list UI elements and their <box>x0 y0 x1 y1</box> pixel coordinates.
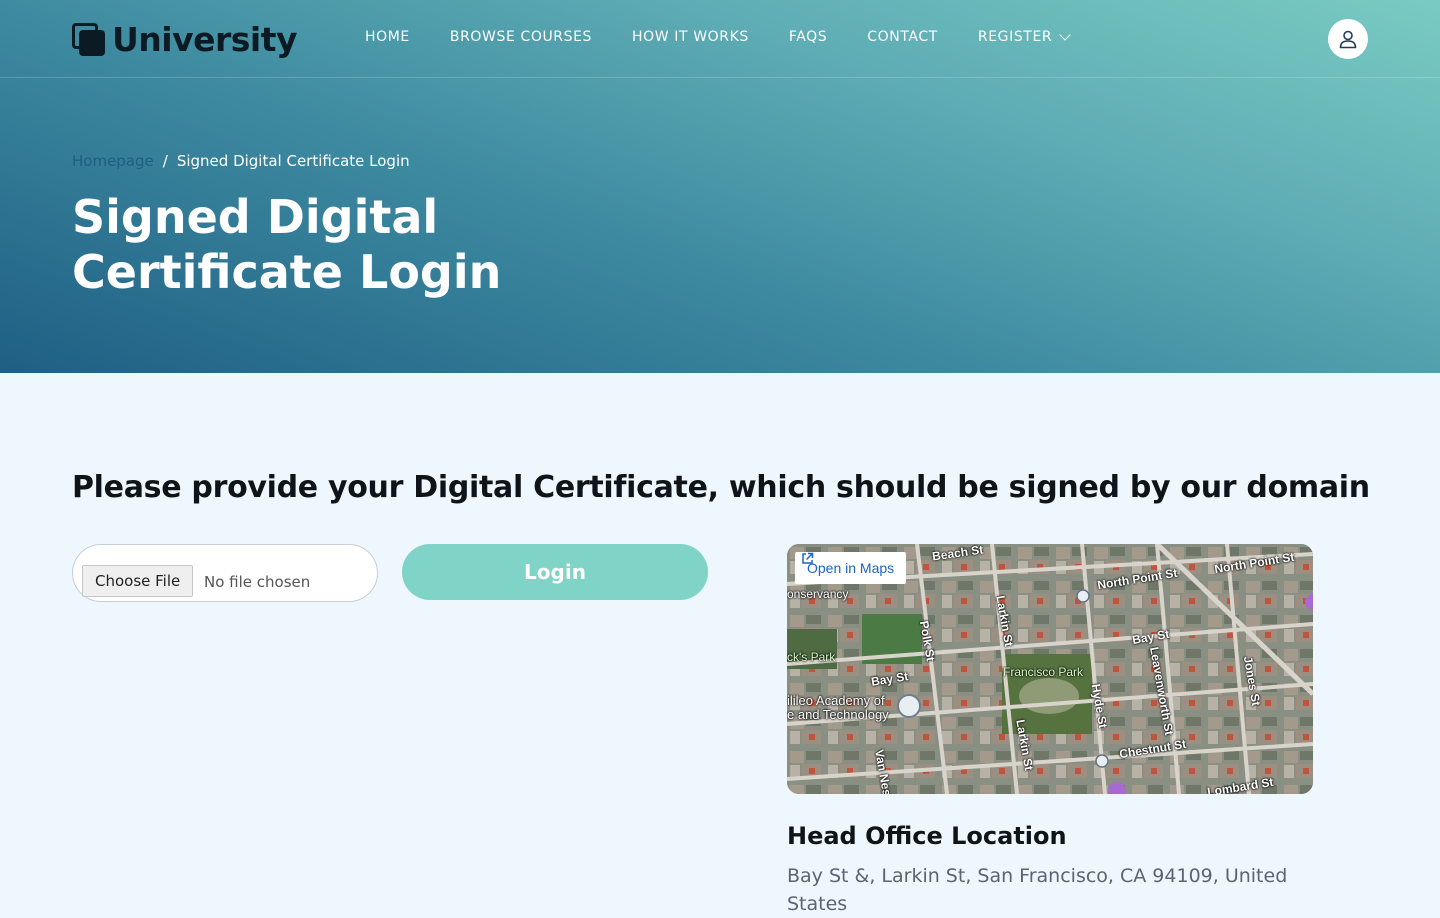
nav-contact[interactable]: CONTACT <box>867 29 938 45</box>
map-label: Polk St <box>916 619 938 663</box>
certificate-file-input[interactable]: Choose File No file chosen <box>72 544 378 602</box>
breadcrumb: Homepage / Signed Digital Certificate Lo… <box>72 152 410 170</box>
login-button[interactable]: Login <box>402 544 708 600</box>
certificate-prompt: Please provide your Digital Certificate,… <box>72 470 1370 505</box>
user-icon <box>1339 30 1357 49</box>
map-label: North Point St <box>1096 565 1179 593</box>
map-label: Van Ness <box>872 748 896 794</box>
map-label: Lombard St <box>1206 774 1275 794</box>
breadcrumb-separator: / <box>162 152 168 170</box>
map-label: Bay St <box>870 669 910 689</box>
nav-register-label: REGISTER <box>977 29 1053 45</box>
map-label: ilileo Academy of <box>787 693 885 708</box>
map-label: Francisco Park <box>1003 665 1084 679</box>
nav-faqs[interactable]: FAQS <box>789 29 827 45</box>
map-label: onservancy <box>787 587 849 601</box>
nav-home[interactable]: HOME <box>365 29 410 45</box>
map-label: e and Technology <box>787 707 889 722</box>
brand-name: University <box>112 20 298 59</box>
file-status-text: No file chosen <box>204 573 311 591</box>
hero-banner: University HOME BROWSE COURSES HOW IT WO… <box>0 0 1440 373</box>
office-address: Bay St &, Larkin St, San Francisco, CA 9… <box>787 865 1288 915</box>
map-label: Bay St <box>1131 626 1171 648</box>
open-in-maps-button[interactable]: Open in Maps <box>795 552 907 584</box>
choose-file-button[interactable]: Choose File <box>82 565 194 597</box>
map-label: Chestnut St <box>1118 736 1188 762</box>
main-nav: HOME BROWSE COURSES HOW IT WORKS FAQS CO… <box>365 28 1109 45</box>
top-navigation-bar: University HOME BROWSE COURSES HOW IT WO… <box>0 0 1440 78</box>
external-link-icon <box>802 552 814 564</box>
page-title: Signed Digital Certificate Login <box>72 190 502 299</box>
chevron-down-icon <box>1059 28 1071 41</box>
map-label: Larkin St <box>993 594 1017 648</box>
map-label: North Point St <box>1213 549 1296 577</box>
nav-register[interactable]: REGISTER <box>977 28 1071 45</box>
office-location-title: Head Office Location <box>787 822 1067 850</box>
nav-browse-courses[interactable]: BROWSE COURSES <box>450 29 592 45</box>
map-label: ck's Park <box>787 650 836 664</box>
map-label: Leavenworth St <box>1147 645 1177 737</box>
map-label: Jones St <box>1240 655 1264 707</box>
breadcrumb-home-link[interactable]: Homepage <box>72 152 154 170</box>
account-button[interactable] <box>1328 19 1368 59</box>
logo-icon <box>72 22 106 57</box>
map-label: Larkin St <box>1013 718 1037 772</box>
breadcrumb-current: Signed Digital Certificate Login <box>176 152 410 170</box>
map-label: Hyde St <box>1088 682 1111 730</box>
open-in-maps-label: Open in Maps <box>807 560 895 576</box>
nav-how-it-works[interactable]: HOW IT WORKS <box>632 29 749 45</box>
location-map[interactable]: Beach St North Point St North Point St B… <box>787 544 1313 794</box>
brand-logo[interactable]: University <box>72 20 298 59</box>
map-label: Beach St <box>931 544 985 564</box>
